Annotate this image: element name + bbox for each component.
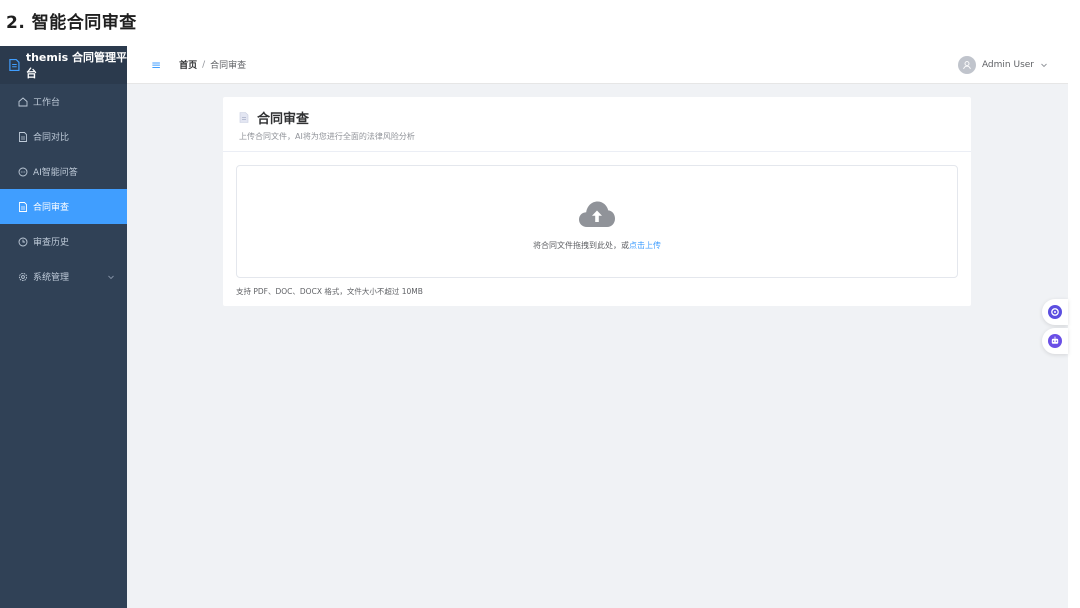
contract-review-card: 合同审查 上传合同文件，AI将为您进行全面的法律风险分析 将合同文件拖拽到此处，… <box>223 97 971 306</box>
document-icon <box>9 58 20 72</box>
floating-tool-bot[interactable] <box>1042 328 1068 354</box>
document-icon <box>19 201 27 212</box>
upload-dropzone[interactable]: 将合同文件拖拽到此处，或点击上传 <box>236 165 958 278</box>
sidebar-item-label: 工作台 <box>33 98 61 108</box>
chat-icon <box>18 167 28 176</box>
home-icon <box>18 96 28 106</box>
sidebar-item-system-management[interactable]: 系统管理 <box>0 259 127 294</box>
top-navbar: ≡ 首页 / 合同审查 Admin User <box>127 46 1068 84</box>
sidebar-item-label: 合同对比 <box>33 133 70 143</box>
app-window: themis 合同管理平台 工作台 合同对比 AI智能问答 合同审查 审查历史 <box>0 46 1068 608</box>
click-upload-link[interactable]: 点击上传 <box>629 241 661 250</box>
user-menu[interactable]: Admin User <box>957 55 1048 74</box>
sidebar-menu: 工作台 合同对比 AI智能问答 合同审查 审查历史 系统管理 <box>0 84 127 294</box>
breadcrumb: 首页 / 合同审查 <box>179 58 247 72</box>
user-name: Admin User <box>981 59 1034 70</box>
sidebar-item-label: 系统管理 <box>33 273 70 283</box>
document-icon <box>239 112 249 123</box>
upload-instructions: 将合同文件拖拽到此处，或点击上传 <box>533 240 661 251</box>
card-subtitle: 上传合同文件，AI将为您进行全面的法律风险分析 <box>239 132 415 141</box>
brand[interactable]: themis 合同管理平台 <box>0 46 127 84</box>
floating-tool-assistant[interactable] <box>1042 299 1068 325</box>
sidebar-item-ai-qa[interactable]: AI智能问答 <box>0 154 127 189</box>
card-title: 合同审查 <box>257 112 310 127</box>
card-header: 合同审查 上传合同文件，AI将为您进行全面的法律风险分析 <box>223 97 971 152</box>
sidebar-item-workbench[interactable]: 工作台 <box>0 84 127 119</box>
cloud-upload-icon <box>579 201 615 227</box>
sidebar: themis 合同管理平台 工作台 合同对比 AI智能问答 合同审查 审查历史 <box>0 46 127 608</box>
hamburger-icon[interactable]: ≡ <box>151 58 161 72</box>
brand-title: themis 合同管理平台 <box>25 51 127 80</box>
sidebar-item-review-history[interactable]: 审查历史 <box>0 224 127 259</box>
document-icon <box>19 131 27 142</box>
upload-prompt: 将合同文件拖拽到此处，或 <box>533 241 629 250</box>
sidebar-item-label: 合同审查 <box>33 203 70 213</box>
breadcrumb-current: 合同审查 <box>210 61 247 71</box>
breadcrumb-separator: / <box>202 59 206 70</box>
sidebar-item-label: AI智能问答 <box>33 168 78 178</box>
card-title-row: 合同审查 <box>239 108 971 127</box>
document-heading: 2. 智能合同审查 <box>6 13 137 33</box>
upload-tip: 支持 PDF、DOC、DOCX 格式，文件大小不超过 10MB <box>236 287 423 296</box>
robot-icon <box>1048 334 1062 348</box>
clock-icon <box>18 237 28 246</box>
sidebar-item-contract-compare[interactable]: 合同对比 <box>0 119 127 154</box>
gear-icon <box>18 272 28 281</box>
chevron-down-icon <box>108 275 114 279</box>
breadcrumb-home[interactable]: 首页 <box>179 58 197 71</box>
sidebar-item-contract-review[interactable]: 合同审查 <box>0 189 127 224</box>
sidebar-item-label: 审查历史 <box>33 238 70 248</box>
assistant-icon <box>1048 305 1062 319</box>
avatar <box>957 55 976 74</box>
user-icon <box>963 60 971 69</box>
chevron-down-icon <box>1041 63 1047 67</box>
